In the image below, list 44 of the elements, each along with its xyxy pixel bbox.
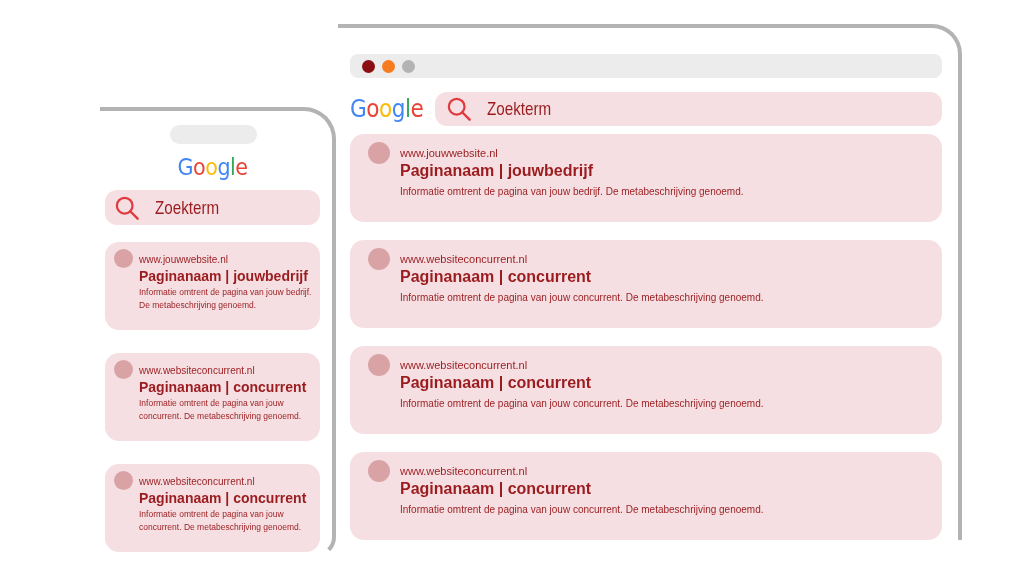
result-url: www.websiteconcurrent.nl: [400, 359, 528, 371]
favicon-circle: [114, 471, 133, 490]
search-result-card[interactable]: www.websiteconcurrent.nl Paginanaam | concurrent Informatie omtrent de pagina van jouw concurrent. De metabeschrijving genoemd.: [350, 452, 942, 540]
result-title: Paginanaam | jouwbedrijf: [400, 162, 593, 180]
result-title: Paginanaam | jouwbedrijf: [139, 268, 308, 284]
result-url: www.websiteconcurrent.nl: [400, 253, 528, 265]
result-description: Informatie omtrent de pagina van jouw bedrijf. De metabeschrijving genoemd.: [139, 286, 313, 312]
result-description: Informatie omtrent de pagina van jouw concurrent. De metabeschrijving genoemd.: [400, 397, 764, 411]
search-result-card[interactable]: www.websiteconcurrent.nl Paginanaam | concurrent Informatie omtrent de pagina van jouw concurrent. De metabeschrijving genoemd.: [350, 346, 942, 434]
result-url: www.websiteconcurrent.nl: [139, 476, 255, 487]
search-icon: [115, 195, 139, 220]
favicon-circle: [368, 142, 390, 164]
result-description: Informatie omtrent de pagina van jouw bedrijf. De metabeschrijving genoemd.: [400, 185, 744, 199]
result-title: Paginanaam | concurrent: [400, 374, 592, 392]
result-url: www.jouwwebsite.nl: [139, 254, 228, 265]
result-description: Informatie omtrent de pagina van jouw concurrent. De metabeschrijving genoemd.: [139, 397, 303, 423]
result-title: Paginanaam | concurrent: [139, 490, 307, 506]
google-logo: Google: [350, 95, 424, 123]
favicon-circle: [368, 460, 390, 482]
favicon-circle: [114, 360, 133, 379]
search-result-card[interactable]: www.websiteconcurrent.nl Paginanaam | concurrent Informatie omtrent de pagina van jouw concurrent. De metabeschrijving genoemd.: [105, 464, 320, 552]
result-description: Informatie omtrent de pagina van jouw concurrent. De metabeschrijving genoemd.: [400, 291, 764, 305]
result-description: Informatie omtrent de pagina van jouw concurrent. De metabeschrijving genoemd.: [400, 503, 764, 517]
window-control-dot[interactable]: [402, 59, 415, 73]
search-result-card[interactable]: www.jouwwebsite.nl Paginanaam | jouwbedrijf Informatie omtrent de pagina van jouw bedrijf. De metabeschrijving genoemd.: [350, 134, 942, 222]
result-url: www.jouwwebsite.nl: [400, 147, 498, 159]
favicon-circle: [368, 248, 390, 270]
search-result-card[interactable]: www.websiteconcurrent.nl Paginanaam | concurrent Informatie omtrent de pagina van jouw concurrent. De metabeschrijving genoemd.: [350, 240, 942, 328]
result-title: Paginanaam | concurrent: [400, 268, 592, 286]
result-title: Paginanaam | concurrent: [139, 379, 307, 395]
search-field[interactable]: Zoekterm: [435, 92, 942, 126]
search-result-card[interactable]: www.websiteconcurrent.nl Paginanaam | concurrent Informatie omtrent de pagina van jouw concurrent. De metabeschrijving genoemd.: [105, 353, 320, 441]
google-logo: Google: [177, 154, 248, 180]
window-control-dot[interactable]: [382, 59, 395, 73]
search-icon: [447, 97, 472, 121]
result-title: Paginanaam | concurrent: [400, 480, 592, 498]
favicon-circle: [114, 249, 133, 268]
result-description: Informatie omtrent de pagina van jouw concurrent. De metabeschrijving genoemd.: [139, 508, 303, 534]
search-field[interactable]: Zoekterm: [105, 190, 320, 225]
search-result-card[interactable]: www.jouwwebsite.nl Paginanaam | jouwbedrijf Informatie omtrent de pagina van jouw bedrijf. De metabeschrijving genoemd.: [105, 242, 320, 330]
result-url: www.websiteconcurrent.nl: [139, 365, 255, 376]
result-url: www.websiteconcurrent.nl: [400, 465, 528, 477]
favicon-circle: [368, 354, 390, 376]
window-control-dot[interactable]: [362, 59, 375, 73]
